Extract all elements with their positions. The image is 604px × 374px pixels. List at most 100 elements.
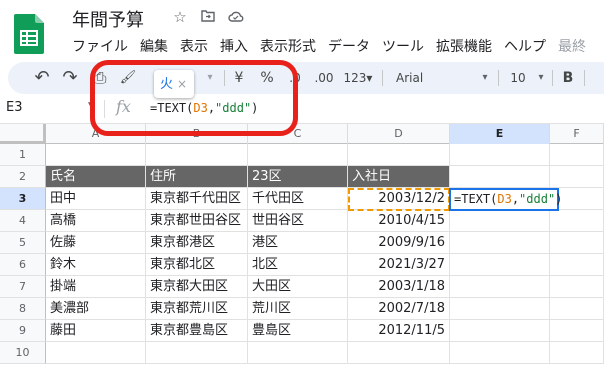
cell-ward[interactable]: 北区: [248, 254, 348, 276]
cell-ward[interactable]: 大田区: [248, 276, 348, 298]
font-size-select[interactable]: 10: [504, 62, 532, 94]
column-header-b[interactable]: B: [146, 124, 248, 144]
bold-button[interactable]: B: [558, 62, 578, 94]
cell-join-date[interactable]: 2003/1/18: [348, 276, 450, 298]
row-header[interactable]: 7: [0, 276, 46, 298]
cell-name[interactable]: 佐藤: [46, 232, 146, 254]
cell-ward[interactable]: 荒川区: [248, 298, 348, 320]
active-cell-editor[interactable]: =TEXT(D3,"ddd"): [449, 188, 562, 211]
last-edit-link[interactable]: 最終: [558, 36, 586, 56]
row-header[interactable]: 5: [0, 232, 46, 254]
cell[interactable]: [550, 166, 604, 188]
cell[interactable]: [550, 320, 604, 342]
cell-address[interactable]: 東京都豊島区: [146, 320, 248, 342]
cell-ward[interactable]: 世田谷区: [248, 210, 348, 232]
cell-join-date[interactable]: 2021/3/27: [348, 254, 450, 276]
menu-edit[interactable]: 編集: [140, 36, 168, 56]
font-family-select[interactable]: Arial: [396, 62, 476, 94]
cell-name[interactable]: 美濃部: [46, 298, 146, 320]
font-family-caret-icon[interactable]: ▾: [478, 62, 492, 94]
formula-input[interactable]: =TEXT(D3,"ddd"): [150, 101, 258, 115]
cell-address[interactable]: 東京都大田区: [146, 276, 248, 298]
cell[interactable]: [550, 210, 604, 232]
close-icon[interactable]: ×: [177, 77, 187, 91]
row-header[interactable]: 6: [0, 254, 46, 276]
cell-ward[interactable]: 千代田区: [248, 188, 348, 210]
star-icon[interactable]: ☆: [170, 8, 190, 26]
column-header-d[interactable]: D: [348, 124, 450, 144]
undo-icon[interactable]: ↶: [30, 62, 54, 94]
column-header-e[interactable]: E: [450, 124, 550, 144]
row-header[interactable]: 2: [0, 166, 46, 188]
cell-join-date[interactable]: 2002/7/18: [348, 298, 450, 320]
more-formats-button[interactable]: 123▾: [340, 62, 376, 94]
name-box-caret-icon[interactable]: ▼: [88, 101, 95, 111]
cell[interactable]: [46, 342, 146, 364]
cell-address[interactable]: 東京都港区: [146, 232, 248, 254]
cell[interactable]: [550, 276, 604, 298]
menu-extensions[interactable]: 拡張機能: [436, 36, 492, 56]
cell-address[interactable]: 東京都荒川区: [146, 298, 248, 320]
cell-address[interactable]: 東京都千代田区: [146, 188, 248, 210]
cell-ward[interactable]: 港区: [248, 232, 348, 254]
name-box[interactable]: E3: [6, 100, 23, 115]
cell[interactable]: [450, 320, 550, 342]
sheets-logo-icon[interactable]: [14, 14, 44, 54]
menu-data[interactable]: データ: [328, 36, 370, 56]
cell[interactable]: [450, 144, 550, 166]
cell-name[interactable]: 高橋: [46, 210, 146, 232]
cell[interactable]: [348, 342, 450, 364]
column-header-f[interactable]: F: [550, 124, 604, 144]
cell[interactable]: [46, 144, 146, 166]
cell[interactable]: [450, 298, 550, 320]
row-header[interactable]: 8: [0, 298, 46, 320]
menu-view[interactable]: 表示: [180, 36, 208, 56]
redo-icon[interactable]: ↷: [58, 62, 82, 94]
column-header-c[interactable]: C: [248, 124, 348, 144]
cell[interactable]: [348, 144, 450, 166]
column-header-a[interactable]: A: [46, 124, 146, 144]
cell[interactable]: [146, 342, 248, 364]
cell[interactable]: [550, 298, 604, 320]
cell[interactable]: [550, 254, 604, 276]
table-header-name[interactable]: 氏名: [46, 166, 146, 188]
cell[interactable]: [248, 144, 348, 166]
cell-name[interactable]: 田中: [46, 188, 146, 210]
cell[interactable]: [550, 232, 604, 254]
row-header[interactable]: 1: [0, 144, 46, 166]
cell-address[interactable]: 東京都世田谷区: [146, 210, 248, 232]
cell-ward[interactable]: 豊島区: [248, 320, 348, 342]
cell-join-date[interactable]: 2010/4/15: [348, 210, 450, 232]
cell[interactable]: [450, 342, 550, 364]
row-header[interactable]: 10: [0, 342, 46, 364]
cell[interactable]: [450, 254, 550, 276]
currency-format-button[interactable]: ¥: [228, 62, 250, 94]
cloud-status-icon[interactable]: [226, 8, 246, 26]
row-header[interactable]: 4: [0, 210, 46, 232]
paint-format-icon[interactable]: 🖌: [116, 62, 140, 94]
decimal-increase-button[interactable]: .00: [310, 62, 338, 94]
cell-join-date[interactable]: 2009/9/16: [348, 232, 450, 254]
row-header[interactable]: 3: [0, 188, 46, 210]
table-header-join-date[interactable]: 入社日: [348, 166, 450, 188]
menu-help[interactable]: ヘルプ: [504, 36, 546, 56]
font-size-caret-icon[interactable]: ▾: [534, 62, 548, 94]
percent-format-button[interactable]: %: [256, 62, 278, 94]
cell-address[interactable]: 東京都北区: [146, 254, 248, 276]
cell[interactable]: [248, 342, 348, 364]
cell-join-date[interactable]: 2012/11/5: [348, 320, 450, 342]
row-header[interactable]: 9: [0, 320, 46, 342]
table-header-ward[interactable]: 23区: [248, 166, 348, 188]
cell-name[interactable]: 掛端: [46, 276, 146, 298]
zoom-dropdown-icon[interactable]: ▾: [198, 62, 222, 94]
menu-insert[interactable]: 挿入: [220, 36, 248, 56]
select-all-corner[interactable]: [0, 124, 46, 144]
menu-format[interactable]: 表示形式: [260, 36, 316, 56]
formula-preview-chip[interactable]: 火 ×: [154, 70, 194, 98]
menu-tools[interactable]: ツール: [382, 36, 424, 56]
document-title[interactable]: 年間予算: [72, 6, 144, 32]
cell[interactable]: [450, 210, 550, 232]
print-icon[interactable]: ⎙: [88, 62, 112, 94]
cell-name[interactable]: 藤田: [46, 320, 146, 342]
cell[interactable]: [550, 342, 604, 364]
